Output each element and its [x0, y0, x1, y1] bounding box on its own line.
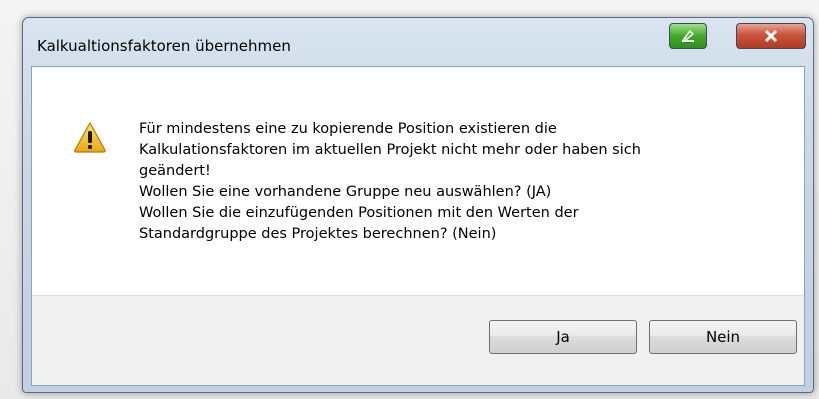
message-line: Für mindestens eine zu kopierende Positi… — [139, 121, 557, 137]
dialog-title: Kalkualtionsfaktoren übernehmen — [37, 37, 291, 55]
pin-icon — [682, 29, 695, 42]
warning-icon — [74, 121, 106, 153]
dialog-window: Kalkualtionsfaktoren übernehmen Für mind… — [22, 17, 814, 393]
message-line: Wollen Sie die einzufügenden Positionen … — [139, 205, 579, 221]
title-bar[interactable]: Kalkualtionsfaktoren übernehmen — [23, 18, 813, 68]
yes-button[interactable]: Ja — [489, 320, 637, 354]
close-button[interactable] — [736, 23, 806, 49]
message-line: Kalkulationsfaktoren im aktuellen Projek… — [139, 142, 641, 158]
button-bar: Ja Nein — [32, 295, 804, 385]
message-line: Standardgruppe des Projektes berechnen? … — [139, 226, 497, 242]
close-icon — [764, 30, 778, 42]
pin-button[interactable] — [669, 23, 707, 49]
no-button[interactable]: Nein — [649, 320, 797, 354]
message-line: Wollen Sie eine vorhandene Gruppe neu au… — [139, 184, 552, 200]
dialog-client-area: Für mindestens eine zu kopierende Positi… — [31, 66, 805, 386]
message-line: geändert! — [139, 163, 211, 179]
dialog-message: Für mindestens eine zu kopierende Positi… — [139, 119, 779, 245]
